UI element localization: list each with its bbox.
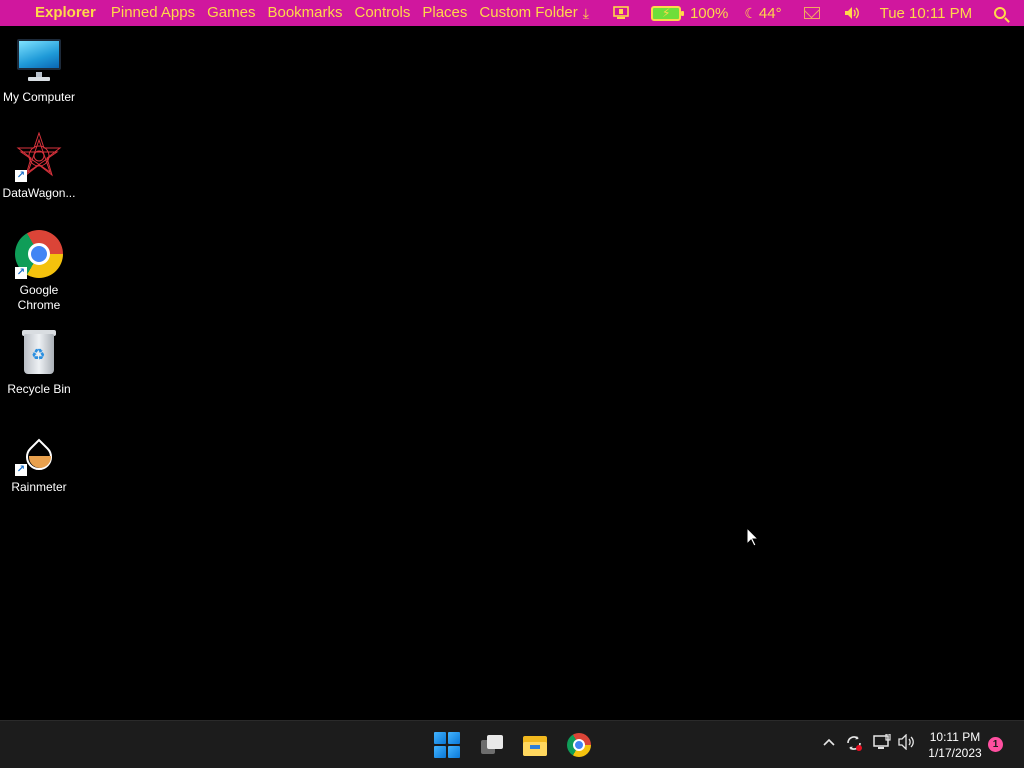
- network-icon[interactable]: [873, 733, 891, 754]
- menu-explorer[interactable]: Explorer: [35, 0, 103, 26]
- chevron-up-icon[interactable]: [822, 735, 836, 753]
- datawagon-icon: ↗: [14, 132, 64, 182]
- battery-icon[interactable]: ⚡: [650, 5, 684, 21]
- shortcut-arrow-icon: ↗: [15, 464, 27, 476]
- chrome-icon[interactable]: [566, 732, 592, 758]
- desktop-icon-label: Rainmeter: [11, 480, 67, 494]
- desktop-icon-label: Google Chrome: [17, 283, 61, 312]
- menu-games[interactable]: Games: [202, 0, 262, 26]
- desktop-icon-label: My Computer: [2, 90, 76, 104]
- volume-icon[interactable]: [844, 6, 860, 20]
- mail-icon[interactable]: [803, 7, 820, 19]
- notification-badge[interactable]: 1: [988, 737, 1003, 752]
- desktop-icon-recycle-bin[interactable]: ♻ Recycle Bin: [0, 328, 78, 397]
- taskbar-time: 10:11 PM: [929, 730, 981, 744]
- sync-icon[interactable]: [845, 734, 863, 756]
- rainmeter-icon: ↗: [14, 426, 64, 476]
- monitor-icon: [14, 36, 64, 86]
- menu-custom-folder[interactable]: Custom Folder: [474, 0, 584, 26]
- top-menu-bar: Explorer Pinned Apps Games Bookmarks Con…: [0, 0, 1024, 26]
- shortcut-arrow-icon: ↗: [15, 170, 27, 182]
- menu-pinned-apps[interactable]: Pinned Apps: [106, 0, 202, 26]
- desktop-icon-rainmeter[interactable]: ↗ Rainmeter: [0, 426, 78, 495]
- task-view-icon[interactable]: [478, 732, 504, 758]
- start-icon[interactable]: [434, 732, 460, 758]
- desktop-icon-my-computer[interactable]: My Computer: [0, 36, 78, 105]
- windows-logo-icon[interactable]: [18, 5, 20, 22]
- menu-bookmarks[interactable]: Bookmarks: [262, 0, 349, 26]
- menu-places[interactable]: Places: [417, 0, 474, 26]
- moon-weather-icon: ☾: [744, 4, 757, 21]
- weather-temperature[interactable]: 44°: [759, 5, 782, 22]
- taskbar-clock[interactable]: 10:11 PM 1/17/2023: [920, 729, 990, 761]
- battery-percent: 100%: [689, 4, 729, 22]
- file-explorer-icon[interactable]: [522, 732, 548, 758]
- chrome-icon: ↗: [14, 229, 64, 279]
- mouse-cursor-icon: [746, 526, 760, 552]
- desktop-icon-label: Recycle Bin: [7, 382, 71, 396]
- search-icon[interactable]: [994, 7, 1007, 19]
- shortcut-arrow-icon: ↗: [15, 267, 27, 279]
- menu-controls[interactable]: Controls: [350, 0, 418, 26]
- speaker-icon[interactable]: [898, 733, 916, 754]
- desktop-icon-google-chrome[interactable]: ↗ Google Chrome: [0, 229, 78, 313]
- taskbar-date: 1/17/2023: [928, 746, 982, 760]
- recycle-bin-icon: ♻: [14, 328, 64, 378]
- taskbar: 10:11 PM 1/17/2023 1: [0, 720, 1024, 768]
- desktop-icon-label: DataWagon...: [2, 186, 76, 200]
- display-settings-icon[interactable]: [613, 6, 629, 20]
- desktop-icon-datawagon[interactable]: ↗ DataWagon...: [0, 132, 78, 201]
- top-clock[interactable]: Tue 10:11 PM: [880, 5, 973, 22]
- top-status-area: ⚡ 100% ☾ 44° Tue 10:11 PM: [605, 5, 1024, 22]
- download-arrow-icon[interactable]: ⤓: [583, 5, 589, 22]
